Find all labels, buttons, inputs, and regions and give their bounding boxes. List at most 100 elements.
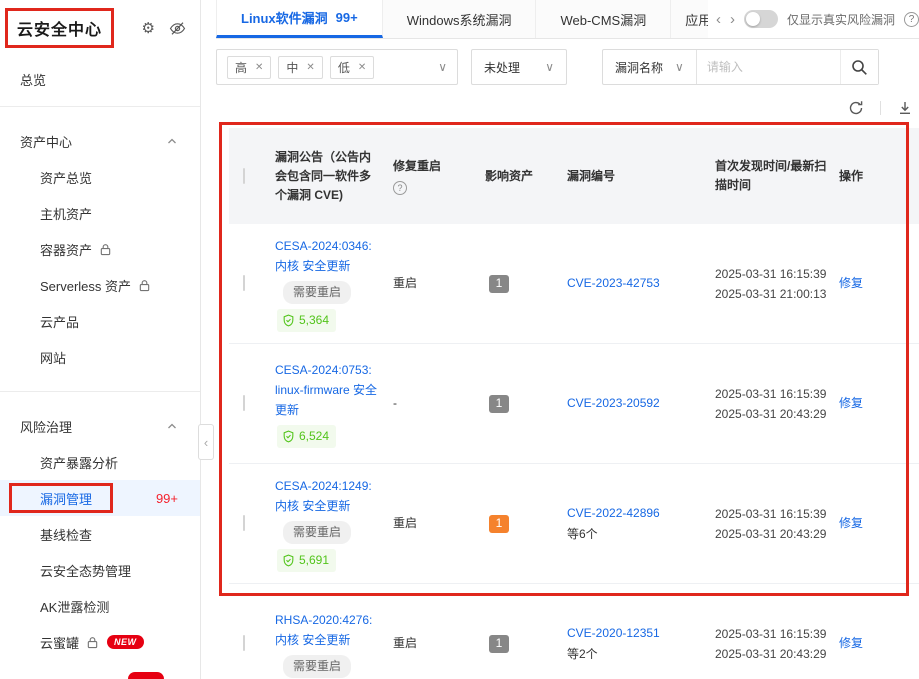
help-icon[interactable]: ?: [904, 12, 919, 27]
row-checkbox-cell: [229, 266, 269, 301]
tabbar-controls: ‹ › 仅显示真实风险漏洞 ?: [708, 0, 919, 38]
search-field-select[interactable]: 漏洞名称 ∨: [603, 50, 697, 84]
tab-scroll-left-icon[interactable]: ‹: [716, 12, 721, 27]
cve-link[interactable]: CVE-2023-20592: [567, 394, 703, 413]
tab-label: Web-CMS漏洞: [560, 10, 646, 29]
cve-extra-count: 等6个: [567, 525, 703, 544]
affected-count-badge[interactable]: 1: [489, 635, 509, 653]
sidebar-section-asset-center[interactable]: 资产中心: [0, 123, 200, 159]
status-select[interactable]: 未处理 ∨: [471, 49, 567, 85]
close-icon[interactable]: ✕: [306, 62, 314, 73]
announcement-link[interactable]: CESA-2024:0753: linux-firmware 安全更新: [275, 360, 381, 420]
eye-off-icon[interactable]: [169, 20, 186, 37]
fix-button[interactable]: 修复: [839, 516, 863, 530]
sidebar-item-label: Serverless 资产: [40, 276, 131, 295]
cve-link[interactable]: CVE-2022-42896: [567, 504, 703, 523]
search-input[interactable]: [697, 50, 840, 84]
gear-icon[interactable]: ⚙: [142, 21, 155, 36]
first-found-time: 2025-03-31 16:15:39: [715, 384, 827, 404]
cve-link[interactable]: CVE-2020-12351: [567, 624, 703, 643]
chevron-down-icon: ∨: [545, 60, 554, 74]
sidebar-item-cloud-security-posture[interactable]: 云安全态势管理: [0, 552, 200, 588]
header-label: 修复重启: [393, 159, 441, 173]
tag-label: 高: [235, 59, 247, 76]
sidebar-item-vulnerability-management[interactable]: 漏洞管理 99+: [0, 480, 200, 516]
close-icon[interactable]: ✕: [358, 62, 366, 73]
tab-scroll-right-icon[interactable]: ›: [730, 12, 735, 27]
cve-link[interactable]: CVE-2023-42753: [567, 274, 703, 293]
sidebar-item-label: 云产品: [40, 312, 79, 331]
row-checkbox[interactable]: [243, 515, 245, 531]
sidebar-item-cloud-products[interactable]: 云产品: [0, 303, 200, 339]
chevron-down-icon: ∨: [438, 60, 447, 74]
tab-label: Linux软件漏洞: [241, 8, 328, 27]
announcement-link[interactable]: CESA-2024:1249: 内核 安全更新: [275, 476, 381, 516]
title-annotation-box: 云安全中心: [5, 8, 114, 48]
time-cell: 2025-03-31 16:15:39 2025-03-31 20:43:29: [709, 616, 833, 672]
sidebar-item-ak-leak-detection[interactable]: AK泄露检测: [0, 588, 200, 624]
sidebar-item-serverless-assets[interactable]: Serverless 资产: [0, 267, 200, 303]
affected-count-badge[interactable]: 1: [489, 275, 509, 293]
tab-linux-vulns[interactable]: Linux软件漏洞 99+: [216, 0, 383, 38]
select-all-checkbox[interactable]: [243, 168, 245, 184]
download-button[interactable]: [895, 98, 915, 118]
sidebar-item-website[interactable]: 网站: [0, 339, 200, 375]
main-content: Linux软件漏洞 99+ Windows系统漏洞 Web-CMS漏洞 应用漏洞…: [201, 0, 919, 679]
tab-app-vulns[interactable]: 应用漏洞: [671, 0, 708, 38]
shield-check-icon: [282, 554, 295, 567]
announcement-link[interactable]: CESA-2024:0346: 内核 安全更新: [275, 236, 381, 276]
sidebar-item-asset-exposure[interactable]: 资产暴露分析: [0, 444, 200, 480]
affected-count-badge[interactable]: 1: [489, 395, 509, 413]
close-icon[interactable]: ✕: [255, 62, 263, 73]
sidebar-item-asset-overview[interactable]: 资产总览: [0, 159, 200, 195]
row-checkbox[interactable]: [243, 635, 245, 651]
severity-multiselect[interactable]: 高 ✕ 中 ✕ 低 ✕ ∨: [216, 49, 458, 85]
sidebar-item-baseline-check[interactable]: 基线检查: [0, 516, 200, 552]
sidebar-collapse-handle[interactable]: ‹: [198, 424, 214, 460]
sidebar-item-overview[interactable]: 总览: [0, 68, 200, 90]
announcement-link[interactable]: RHSA-2020:4276: 内核 安全更新: [275, 610, 381, 650]
fixed-count-badge: 5,691: [277, 549, 336, 572]
vuln-type-tabbar: Linux软件漏洞 99+ Windows系统漏洞 Web-CMS漏洞 应用漏洞…: [216, 0, 919, 39]
fix-button[interactable]: 修复: [839, 636, 863, 650]
partial-badge: [128, 672, 164, 679]
header-affected-assets: 影响资产: [479, 159, 561, 194]
vuln-id-cell: CVE-2023-20592: [561, 386, 709, 421]
refresh-button[interactable]: [846, 98, 866, 118]
tab-webcms-vulns[interactable]: Web-CMS漏洞: [536, 0, 671, 38]
fix-button[interactable]: 修复: [839, 276, 863, 290]
affected-assets-cell: 1: [479, 386, 561, 421]
sidebar-item-cloud-honeypot[interactable]: 云蜜罐 NEW: [0, 624, 200, 660]
real-risk-toggle[interactable]: [744, 10, 778, 28]
fix-button[interactable]: 修复: [839, 396, 863, 410]
tab-label: Windows系统漏洞: [407, 10, 512, 29]
fix-reboot-cell: -: [387, 386, 479, 421]
help-icon[interactable]: ?: [393, 181, 407, 195]
cve-extra-count: 等2个: [567, 645, 703, 664]
affected-count-badge[interactable]: 1: [489, 515, 509, 533]
search-button[interactable]: [840, 50, 878, 84]
reboot-required-tag: 需要重启: [283, 655, 351, 678]
sidebar: 云安全中心 ⚙ 总览 资产中心 资产总览 主机资产 容器资产 Serverles…: [0, 0, 201, 679]
reboot-required-tag: 需要重启: [283, 521, 351, 544]
lock-icon: [138, 279, 151, 292]
sidebar-divider: [0, 106, 200, 107]
row-checkbox[interactable]: [243, 395, 245, 411]
announcement-cell: RHSA-2020:4276: 内核 安全更新 需要重启: [269, 602, 387, 679]
vuln-id-cell: CVE-2022-42896 等6个: [561, 496, 709, 552]
sidebar-item-host-assets[interactable]: 主机资产: [0, 195, 200, 231]
sidebar-item-container-assets[interactable]: 容器资产: [0, 231, 200, 267]
tab-windows-vulns[interactable]: Windows系统漏洞: [383, 0, 537, 38]
search-field-value: 漏洞名称: [615, 59, 663, 76]
tab-label: 应用漏洞: [685, 10, 708, 29]
tag-label: 中: [286, 59, 298, 76]
time-cell: 2025-03-31 16:15:39 2025-03-31 21:00:13: [709, 256, 833, 312]
filter-bar: 高 ✕ 中 ✕ 低 ✕ ∨ 未处理 ∨ 漏洞名称: [216, 49, 919, 85]
sidebar-item-label: 资产总览: [40, 168, 92, 187]
sidebar-section-risk-governance[interactable]: 风险治理: [0, 408, 200, 444]
affected-assets-cell: 1: [479, 626, 561, 661]
action-cell: 修复: [833, 626, 919, 661]
sidebar-item-label: 容器资产: [40, 240, 92, 259]
page-title: 云安全中心: [17, 22, 102, 39]
row-checkbox[interactable]: [243, 275, 245, 291]
